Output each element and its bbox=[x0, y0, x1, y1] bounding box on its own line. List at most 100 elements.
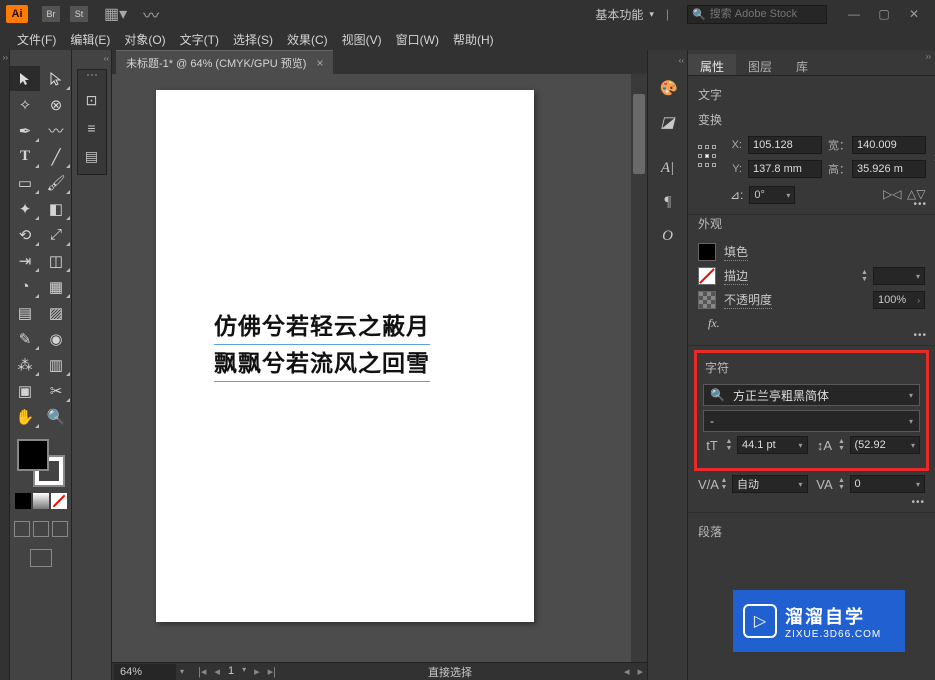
scale-tool[interactable]: ⤢ bbox=[41, 222, 71, 247]
section-menu-icon[interactable]: ••• bbox=[913, 199, 927, 210]
stock-search[interactable]: 🔍 bbox=[687, 5, 827, 24]
magic-wand-tool[interactable]: ✧ bbox=[10, 92, 40, 117]
opacity-input[interactable]: 100%› bbox=[873, 291, 925, 309]
zoom-readout[interactable]: 64% bbox=[114, 664, 176, 680]
blend-tool[interactable]: ◉ bbox=[41, 326, 71, 351]
stroke-weight-input[interactable]: ▾ bbox=[873, 267, 925, 285]
close-button[interactable]: ✕ bbox=[899, 4, 929, 24]
first-icon[interactable]: |◂ bbox=[198, 665, 206, 678]
draw-inside-icon[interactable] bbox=[52, 521, 68, 537]
color-picker[interactable] bbox=[17, 439, 65, 487]
shaper-tool[interactable]: ✦ bbox=[10, 196, 40, 221]
close-tab-icon[interactable]: × bbox=[316, 56, 323, 70]
none-color-icon[interactable] bbox=[51, 493, 67, 509]
menu-help[interactable]: 帮助(H) bbox=[446, 31, 501, 48]
dock-icon-2[interactable]: ≡ bbox=[80, 116, 104, 140]
gradient-color-icon[interactable] bbox=[33, 493, 49, 509]
scroll-left-icon[interactable]: ◂ bbox=[624, 665, 630, 678]
lasso-tool[interactable]: ⊗ bbox=[41, 92, 71, 117]
angle-input[interactable]: 0°▾ bbox=[749, 186, 795, 204]
type-tool[interactable]: T bbox=[10, 144, 40, 169]
last-icon[interactable]: ▸| bbox=[268, 665, 276, 678]
menu-file[interactable]: 文件(F) bbox=[10, 31, 63, 48]
opacity-label[interactable]: 不透明度 bbox=[724, 291, 772, 309]
menu-edit[interactable]: 编辑(E) bbox=[63, 31, 117, 48]
leading-field[interactable]: ↕A ▲▼ (52.92▾ bbox=[816, 436, 921, 454]
tracking-field[interactable]: VA ▲▼ 0▾ bbox=[816, 475, 926, 493]
fill-label[interactable]: 填色 bbox=[724, 243, 748, 261]
brush-icon[interactable]: 〰 bbox=[143, 2, 159, 26]
rectangle-tool[interactable]: ▭ bbox=[10, 170, 40, 195]
kerning-field[interactable]: V/A ▲▼ 自动▾ bbox=[698, 475, 808, 493]
pen-tool[interactable]: ✒ bbox=[10, 118, 40, 143]
free-transform-tool[interactable]: ◫ bbox=[41, 248, 71, 273]
chevron-right-icon[interactable]: ›› bbox=[926, 52, 931, 61]
color-panel-icon[interactable]: 🎨 bbox=[654, 74, 682, 102]
opentype-panel-icon[interactable]: O bbox=[654, 222, 682, 250]
stepper-icon[interactable]: ▲▼ bbox=[836, 438, 848, 452]
text-object[interactable]: 仿佛兮若轻云之蔽月 飘飘兮若流风之回雪 bbox=[214, 308, 430, 382]
menu-object[interactable]: 对象(O) bbox=[117, 31, 172, 48]
bridge-icon[interactable]: Br bbox=[42, 6, 60, 22]
symbol-sprayer-tool[interactable]: ⁂ bbox=[10, 352, 40, 377]
x-input[interactable] bbox=[748, 136, 822, 154]
vertical-scrollbar[interactable] bbox=[631, 74, 647, 662]
line-tool[interactable]: ╱ bbox=[41, 144, 71, 169]
hand-tool[interactable]: ✋ bbox=[10, 404, 40, 429]
menu-window[interactable]: 窗口(W) bbox=[389, 31, 446, 48]
next-icon[interactable]: ▸ bbox=[254, 665, 260, 678]
tab-layers[interactable]: 图层 bbox=[736, 54, 784, 75]
stroke-label[interactable]: 描边 bbox=[724, 267, 748, 285]
width-tool[interactable]: ⇥ bbox=[10, 248, 40, 273]
screen-mode-button[interactable] bbox=[30, 549, 52, 567]
solid-color-icon[interactable] bbox=[15, 493, 31, 509]
minimize-button[interactable]: — bbox=[839, 4, 869, 24]
scroll-right-icon[interactable]: ▸ bbox=[637, 665, 643, 678]
stepper-icon[interactable]: ▲▼ bbox=[836, 477, 848, 491]
prev-icon[interactable]: ◂ bbox=[214, 665, 220, 678]
section-menu-icon[interactable]: ••• bbox=[698, 497, 925, 508]
chevron-down-icon[interactable]: ▾ bbox=[242, 665, 246, 678]
artboard-tool[interactable]: ▣ bbox=[10, 378, 40, 403]
font-size-field[interactable]: tT ▲▼ 44.1 pt▾ bbox=[703, 436, 808, 454]
arrange-docs-icon[interactable]: ▦▾ bbox=[104, 4, 127, 24]
maximize-button[interactable]: ▢ bbox=[869, 4, 899, 24]
perspective-grid-tool[interactable]: ▦ bbox=[41, 274, 71, 299]
chevron-down-icon[interactable]: ▾ bbox=[180, 667, 184, 676]
y-input[interactable] bbox=[748, 160, 822, 178]
graph-tool[interactable]: ▥ bbox=[41, 352, 71, 377]
fill-swatch[interactable] bbox=[698, 243, 716, 261]
canvas-viewport[interactable]: 仿佛兮若轻云之蔽月 飘飘兮若流风之回雪 bbox=[112, 74, 647, 662]
left-dock-collapse[interactable]: ›› bbox=[0, 50, 10, 680]
reference-point-widget[interactable] bbox=[698, 145, 716, 169]
flip-horizontal-icon[interactable]: ▷◁ bbox=[883, 187, 901, 203]
stroke-swatch[interactable] bbox=[698, 267, 716, 285]
workspace-switcher[interactable]: 基本功能 ▾ | bbox=[595, 6, 669, 23]
menu-type[interactable]: 文字(T) bbox=[173, 31, 226, 48]
draw-behind-icon[interactable] bbox=[33, 521, 49, 537]
character-panel-icon[interactable]: A| bbox=[654, 154, 682, 182]
eraser-tool[interactable]: ◧ bbox=[41, 196, 71, 221]
slice-tool[interactable]: ✂ bbox=[41, 378, 71, 403]
tab-libraries[interactable]: 库 bbox=[784, 54, 820, 75]
menu-effect[interactable]: 效果(C) bbox=[280, 31, 335, 48]
w-input[interactable] bbox=[852, 136, 926, 154]
eyedropper-tool[interactable]: ✎ bbox=[10, 326, 40, 351]
scrollbar-thumb[interactable] bbox=[633, 94, 645, 174]
paintbrush-tool[interactable]: 🖌 bbox=[41, 170, 71, 195]
h-input[interactable] bbox=[852, 160, 926, 178]
zoom-tool[interactable]: 🔍 bbox=[41, 404, 71, 429]
artboard[interactable]: 仿佛兮若轻云之蔽月 飘飘兮若流风之回雪 bbox=[156, 90, 534, 622]
font-family-dropdown[interactable]: 🔍方正兰亭粗黑简体 ▾ bbox=[703, 384, 920, 406]
curvature-tool[interactable]: 〰 bbox=[41, 118, 71, 143]
selection-tool[interactable] bbox=[10, 66, 40, 91]
mesh-tool[interactable]: ▤ bbox=[10, 300, 40, 325]
font-style-dropdown[interactable]: - ▾ bbox=[703, 410, 920, 432]
menu-select[interactable]: 选择(S) bbox=[226, 31, 280, 48]
stroke-weight-stepper[interactable]: ▲▼ bbox=[861, 269, 873, 283]
draw-normal-icon[interactable] bbox=[14, 521, 30, 537]
chevron-left-icon[interactable]: ‹‹ bbox=[679, 56, 684, 65]
stepper-icon[interactable]: ▲▼ bbox=[718, 477, 730, 491]
dock-icon-3[interactable]: ▤ bbox=[80, 144, 104, 168]
stock-icon[interactable]: St bbox=[70, 6, 88, 22]
